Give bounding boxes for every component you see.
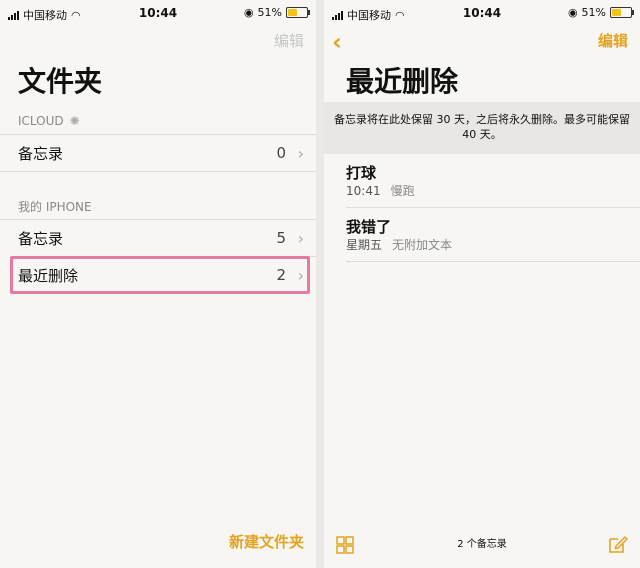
edit-button[interactable]: 编辑 — [598, 30, 628, 51]
icloud-section-header: ICLOUD ✺ — [18, 114, 80, 128]
status-right-group: ◉ 51% — [567, 6, 634, 19]
note-time: 星期五 — [346, 238, 383, 252]
chevron-right-icon: › — [297, 143, 304, 163]
icloud-header-label: ICLOUD — [18, 114, 64, 128]
battery-percent: 51% — [581, 6, 606, 19]
page-title: 文件夹 — [18, 65, 103, 98]
note-title: 我错了 — [346, 218, 392, 236]
battery-percent: 51% — [257, 6, 282, 19]
note-subtitle: 星期五 无附加文本 — [346, 236, 452, 253]
note-title: 打球 — [346, 164, 377, 182]
note-preview: 慢跑 — [390, 184, 415, 198]
note-time: 10:41 — [346, 184, 381, 198]
folders-screen: 中国移动 ◠ 10:44 ◉ 51% 编辑 文件夹 ICLOUD ✺ 备忘录 0… — [0, 0, 316, 568]
orientation-lock-icon: ◉ — [567, 6, 578, 19]
iphone-section-header: 我的 IPHONE — [18, 198, 92, 215]
status-bar: 中国移动 ◠ 10:44 ◉ 51% — [0, 0, 316, 28]
folder-row-icloud-notes[interactable]: 备忘录 0 › — [0, 135, 316, 171]
page-title: 最近删除 — [346, 65, 459, 98]
status-right-group: ◉ 51% — [243, 6, 310, 19]
notes-count: 2 个备忘录 — [457, 539, 507, 550]
folder-count: 0 — [276, 144, 286, 162]
loading-spinner-icon: ✺ — [69, 114, 80, 128]
orientation-lock-icon: ◉ — [243, 6, 254, 19]
folder-label: 备忘录 — [18, 229, 64, 248]
divider — [346, 207, 640, 208]
new-folder-button[interactable]: 新建文件夹 — [229, 531, 304, 552]
retention-banner: 备忘录将在此处保留 30 天，之后将永久删除。最多可能保留 40 天。 — [324, 102, 640, 154]
folder-label: 备忘录 — [18, 144, 64, 163]
highlight-box — [10, 256, 310, 294]
note-preview: 无附加文本 — [392, 238, 453, 252]
folder-count: 5 — [276, 229, 286, 247]
edit-button[interactable]: 编辑 — [274, 30, 304, 51]
chevron-right-icon: › — [297, 228, 304, 248]
back-chevron-icon[interactable]: ‹ — [332, 28, 342, 56]
battery-icon — [610, 7, 634, 18]
compose-icon[interactable] — [608, 534, 628, 554]
status-bar: 中国移动 ◠ 10:44 ◉ 51% — [324, 0, 640, 28]
recently-deleted-screen: 中国移动 ◠ 10:44 ◉ 51% ‹ 编辑 最近删除 备忘录将在此处保留 3… — [324, 0, 640, 568]
divider — [346, 261, 640, 262]
folder-row-iphone-notes[interactable]: 备忘录 5 › — [0, 220, 316, 256]
divider — [0, 171, 316, 172]
iphone-header-label: 我的 IPHONE — [18, 200, 92, 214]
battery-icon — [286, 7, 310, 18]
note-subtitle: 10:41 慢跑 — [346, 182, 415, 199]
